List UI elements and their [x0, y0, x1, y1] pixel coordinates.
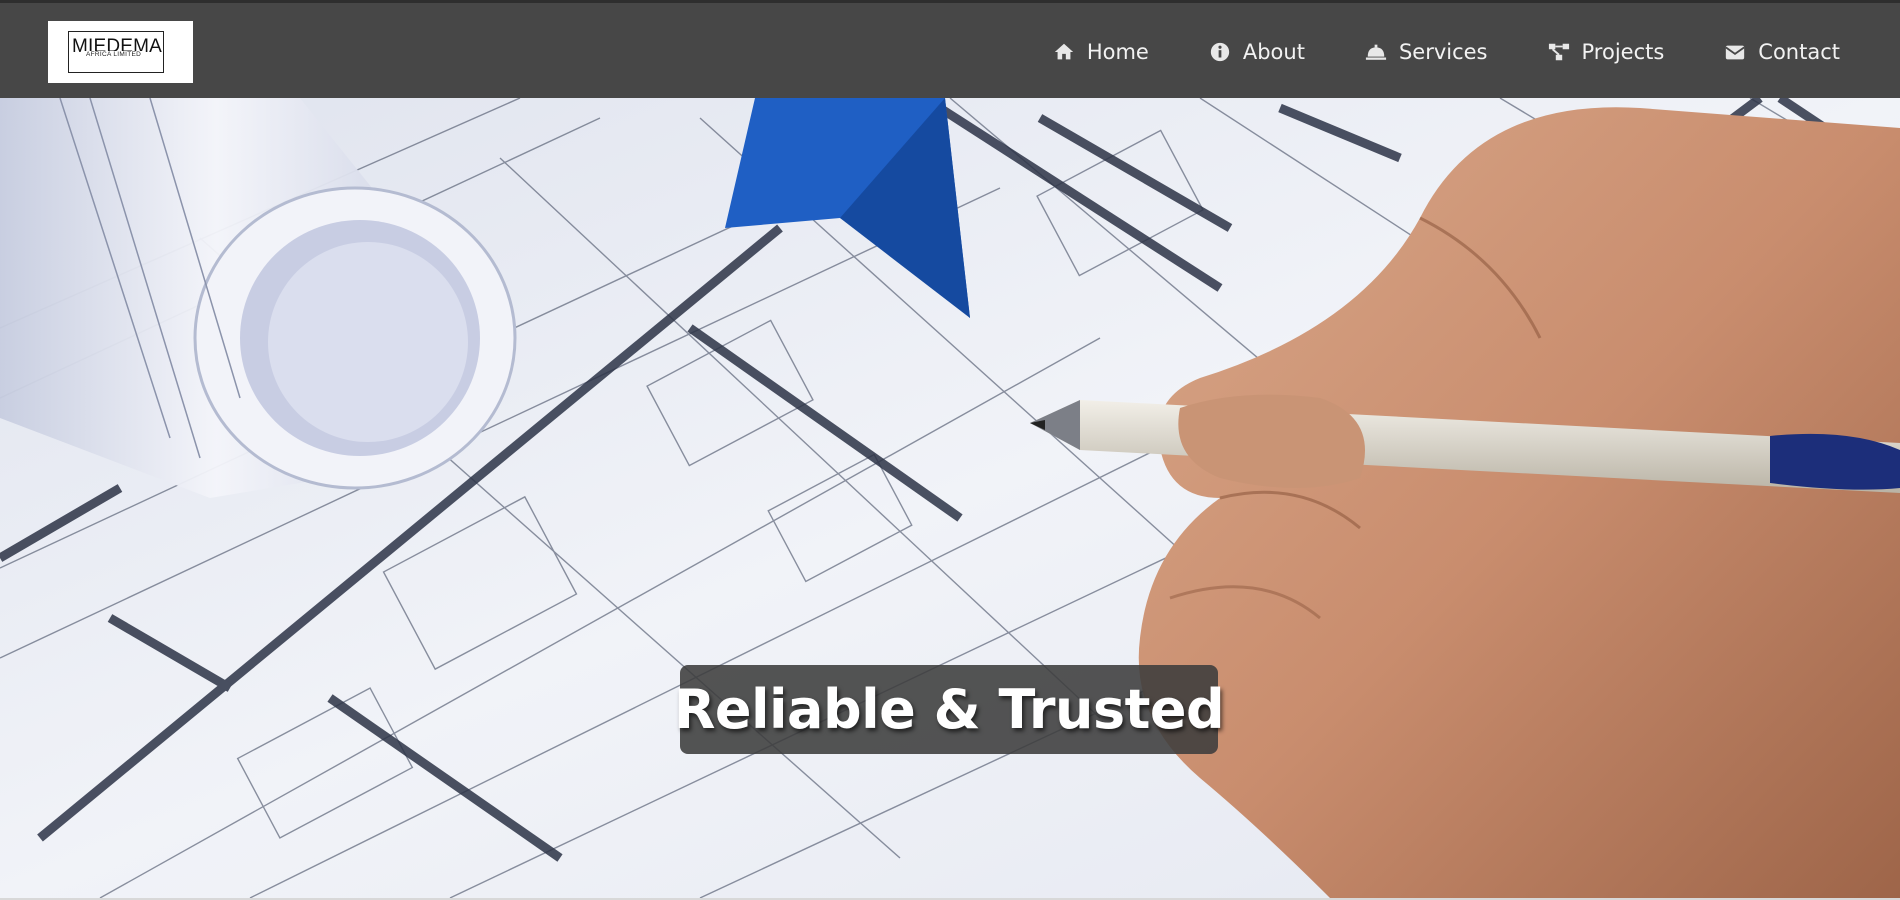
hero-banner: Reliable & Trusted [0, 98, 1900, 898]
brand-logo[interactable]: MIEDEMA AFRICA LIMITED [48, 21, 193, 83]
nav-item-home-label: Home [1086, 40, 1149, 64]
nav-item-projects-label: Projects [1581, 40, 1665, 64]
nav-item-projects[interactable]: Projects [1548, 40, 1665, 64]
nav-menu: Home About Services Projects Contact [1053, 3, 1840, 101]
nav-item-services-label: Services [1398, 40, 1488, 64]
hero-caption-box: Reliable & Trusted [674, 665, 1225, 754]
sitemap-icon [1548, 41, 1570, 63]
home-icon [1053, 41, 1075, 63]
nav-item-home[interactable]: Home [1053, 40, 1149, 64]
service-bell-icon [1365, 41, 1387, 63]
nav-item-about-label: About [1242, 40, 1305, 64]
top-navbar: MIEDEMA AFRICA LIMITED Home About Servic… [0, 0, 1900, 98]
envelope-icon [1724, 41, 1746, 63]
hero-caption: Reliable & Trusted [673, 678, 1225, 741]
nav-item-services[interactable]: Services [1365, 40, 1488, 64]
logo-tagline: AFRICA LIMITED [84, 51, 144, 58]
nav-item-contact-label: Contact [1758, 40, 1840, 64]
info-icon [1209, 41, 1231, 63]
blueprint-hand-drawing-icon [0, 98, 1900, 898]
nav-item-about[interactable]: About [1209, 40, 1305, 64]
nav-item-contact[interactable]: Contact [1724, 40, 1840, 64]
